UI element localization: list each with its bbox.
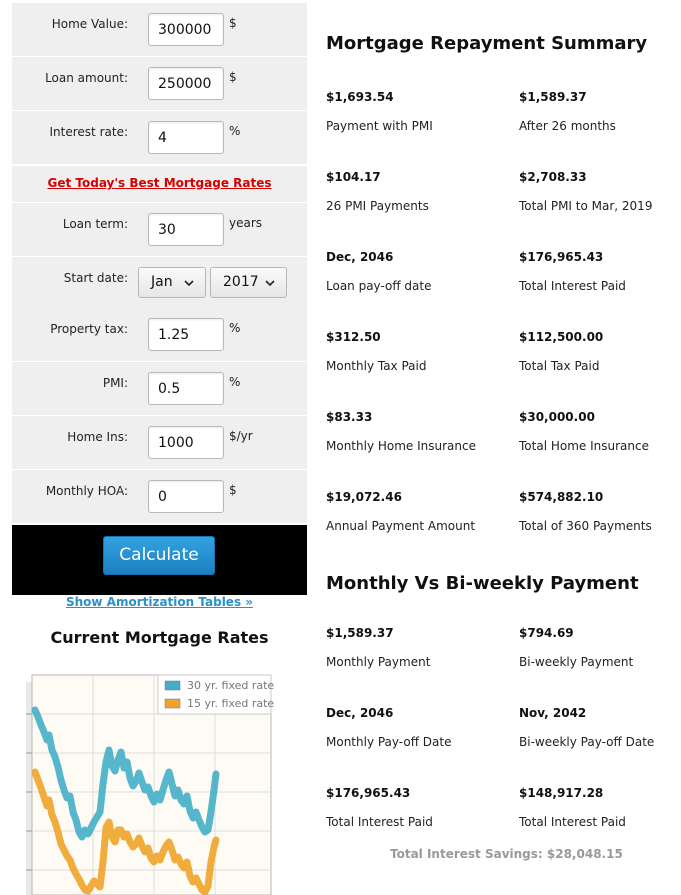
summary-value: $574,882.10 [519, 490, 604, 504]
interest-rate-unit: % [229, 124, 241, 138]
summary-value: $312.50 [326, 330, 381, 344]
summary-value: $112,500.00 [519, 330, 604, 344]
summary-value: $19,072.46 [326, 490, 402, 504]
legend-label-15yr: 15 yr. fixed rate [187, 697, 274, 710]
biweekly-title: Monthly Vs Bi-weekly Payment [326, 573, 639, 594]
biweekly-value: $148,917.28 [519, 786, 604, 800]
start-date-row: Start date: Jan 2017 [12, 257, 307, 310]
summary-value: $30,000.00 [519, 410, 595, 424]
biweekly-label: Monthly Payment [326, 655, 431, 669]
home-value-label: Home Value: [51, 17, 128, 31]
monthly-hoa-input[interactable] [148, 480, 224, 513]
summary-label: Payment with PMI [326, 119, 433, 133]
property-tax-label: Property tax: [50, 322, 128, 336]
legend-swatch-15yr [164, 698, 181, 709]
pmi-label: PMI: [102, 376, 128, 390]
interest-rate-row: Interest rate: % [12, 111, 307, 164]
summary-label: Total of 360 Payments [519, 519, 652, 533]
loan-term-input[interactable] [148, 213, 224, 246]
pmi-row: PMI: % [12, 362, 307, 415]
property-tax-row: Property tax: % [12, 308, 307, 361]
summary-value: $1,589.37 [519, 90, 587, 104]
home-ins-row: Home Ins: $/yr [12, 416, 307, 469]
biweekly-value: Nov, 2042 [519, 706, 587, 720]
chevron-down-icon [184, 280, 194, 287]
home-ins-input[interactable] [148, 426, 224, 459]
summary-label: Total Interest Paid [519, 279, 626, 293]
summary-label: Monthly Home Insurance [326, 439, 476, 453]
summary-value: $104.17 [326, 170, 381, 184]
calculate-bar: Calculate [12, 525, 307, 595]
summary-label: Total PMI to Mar, 2019 [519, 199, 653, 213]
summary-label: Total Home Insurance [519, 439, 649, 453]
biweekly-label: Bi-weekly Payment [519, 655, 634, 669]
biweekly-label: Monthly Pay-off Date [326, 735, 452, 749]
summary-title: Mortgage Repayment Summary [326, 33, 648, 54]
property-tax-unit: % [229, 321, 241, 335]
best-rates-link[interactable]: Get Today's Best Mortgage Rates [47, 176, 271, 190]
summary-label: Loan pay-off date [326, 279, 432, 293]
property-tax-input[interactable] [148, 318, 224, 351]
biweekly-value: $176,965.43 [326, 786, 411, 800]
interest-rate-label: Interest rate: [49, 125, 128, 139]
biweekly-label: Total Interest Paid [519, 815, 626, 829]
loan-amount-input[interactable] [148, 67, 224, 100]
interest-rate-input[interactable] [148, 121, 224, 154]
monthly-hoa-row: Monthly HOA: $ [12, 470, 307, 523]
rates-title: Current Mortgage Rates [50, 628, 269, 647]
start-year-select[interactable]: 2017 [210, 267, 287, 298]
amortization-tables-link[interactable]: Show Amortization Tables » [12, 595, 307, 609]
pmi-unit: % [229, 375, 241, 389]
start-month-select[interactable]: Jan [138, 267, 206, 298]
summary-label: Total Tax Paid [519, 359, 600, 373]
summary-label: After 26 months [519, 119, 616, 133]
summary-label: Monthly Tax Paid [326, 359, 427, 373]
best-rates-row: Get Today's Best Mortgage Rates [12, 166, 307, 202]
pmi-input[interactable] [148, 372, 224, 405]
summary-label: 26 PMI Payments [326, 199, 429, 213]
home-value-row: Home Value: $ [12, 3, 307, 56]
start-date-label: Start date: [63, 271, 128, 285]
biweekly-label: Total Interest Paid [326, 815, 433, 829]
calculate-button[interactable]: Calculate [103, 536, 215, 575]
loan-term-unit: years [229, 216, 263, 230]
loan-amount-row: Loan amount: $ [12, 57, 307, 110]
biweekly-value: $1,589.37 [326, 626, 394, 640]
start-year-value: 2017 [223, 274, 259, 290]
monthly-hoa-label: Monthly HOA: [45, 484, 128, 498]
biweekly-value: Dec, 2046 [326, 706, 394, 720]
summary-value: $83.33 [326, 410, 373, 424]
monthly-hoa-unit: $ [229, 483, 237, 497]
summary-value: $2,708.33 [519, 170, 587, 184]
home-ins-label: Home Ins: [67, 430, 128, 444]
loan-amount-unit: $ [229, 70, 237, 84]
home-ins-unit: $/yr [229, 429, 253, 443]
mortgage-rates-chart: 30 yr. fixed rate 15 yr. fixed rate [26, 674, 274, 895]
summary-value: Dec, 2046 [326, 250, 394, 264]
start-month-value: Jan [151, 274, 173, 290]
summary-value: $176,965.43 [519, 250, 604, 264]
summary-label: Annual Payment Amount [326, 519, 476, 533]
summary-value: $1,693.54 [326, 90, 394, 104]
home-value-unit: $ [229, 16, 237, 30]
loan-term-label: Loan term: [62, 217, 128, 231]
loan-amount-label: Loan amount: [45, 71, 128, 85]
home-value-input[interactable] [148, 13, 224, 46]
legend-label-30yr: 30 yr. fixed rate [187, 679, 274, 692]
chart-legend: 30 yr. fixed rate 15 yr. fixed rate [157, 674, 274, 715]
chevron-down-icon [265, 280, 275, 287]
interest-savings: Total Interest Savings: $28,048.15 [390, 847, 623, 861]
loan-term-row: Loan term: years [12, 203, 307, 256]
biweekly-value: $794.69 [519, 626, 574, 640]
biweekly-label: Bi-weekly Pay-off Date [519, 735, 655, 749]
legend-swatch-30yr [164, 680, 181, 691]
